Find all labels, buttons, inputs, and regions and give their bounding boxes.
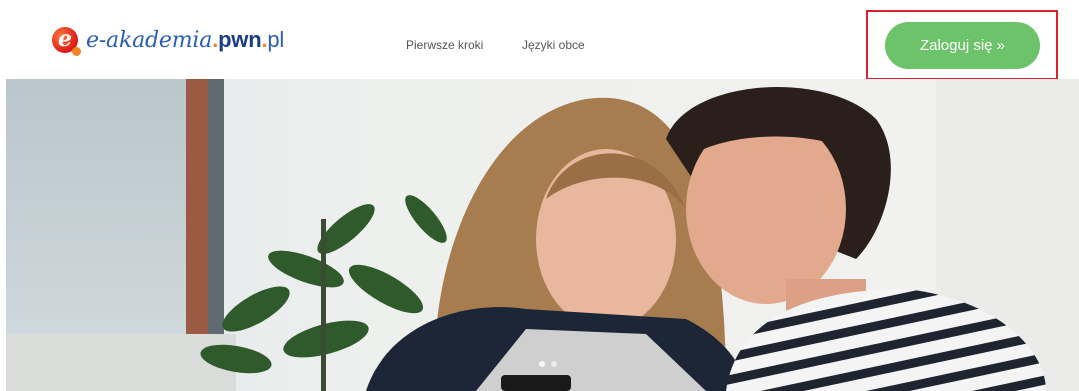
hero-photo-illustration — [6, 79, 1079, 391]
e-icon: e — [52, 27, 81, 56]
nav-link-foreign-languages[interactable]: Języki obce — [522, 38, 585, 52]
site-logo[interactable]: e e-akademia.pwn.pl — [52, 22, 284, 58]
nav-link-first-steps[interactable]: Pierwsze kroki — [406, 38, 483, 52]
logo-wordmark: e-akademia.pwn.pl — [86, 27, 285, 53]
hero-image — [6, 79, 1079, 391]
site-header: e e-akademia.pwn.pl Pierwsze kroki Język… — [0, 0, 1079, 80]
login-button[interactable]: Zaloguj się » — [885, 22, 1040, 69]
